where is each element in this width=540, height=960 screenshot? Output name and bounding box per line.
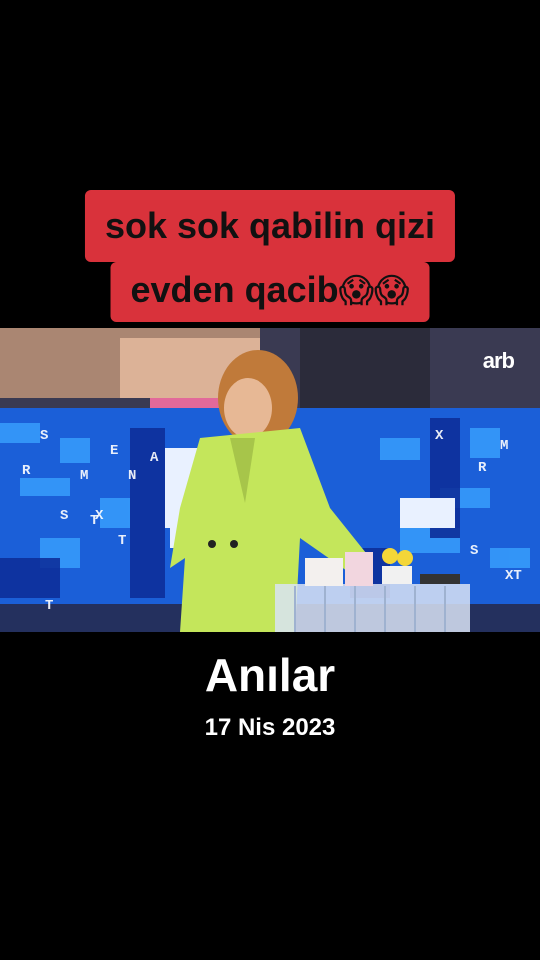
- overlay-date: 17 Nis 2023: [204, 714, 336, 741]
- overlay-title: Anılar: [204, 649, 336, 701]
- scream-emoji-icon: 😱😱: [338, 271, 410, 311]
- screen-letter: S: [40, 428, 49, 444]
- video-frame[interactable]: S T X R E M A N S X T R S XT M T arb: [0, 328, 540, 632]
- screen-letter: X: [95, 508, 104, 524]
- channel-logo: arb: [482, 348, 515, 373]
- screen-letter: R: [478, 460, 487, 476]
- screen-letter: T: [45, 598, 54, 614]
- caption-line-1: sok sok qabilin qizi: [84, 190, 456, 262]
- screen-letter: E: [110, 443, 119, 459]
- screen-letter: X: [435, 428, 444, 444]
- screen-letter: R: [22, 463, 31, 479]
- screen-letter: N: [128, 468, 137, 484]
- product-box: [305, 558, 343, 586]
- caption-line-2-text: evden qacib: [130, 269, 339, 310]
- screen-letter: S: [60, 508, 69, 524]
- screen-letter: S: [470, 543, 479, 559]
- glass-table: [275, 584, 470, 632]
- screen-letter: M: [80, 468, 89, 484]
- caption-line-1-text: sok sok qabilin qizi: [104, 205, 436, 246]
- flower-pot: [382, 566, 412, 584]
- product-box: [345, 552, 373, 586]
- screen-letter: XT: [505, 568, 522, 584]
- screen-letter: M: [500, 438, 509, 454]
- caption-line-2: evden qacib😱😱: [110, 262, 430, 322]
- screen-letter: T: [118, 533, 127, 549]
- screen-letter: A: [150, 450, 159, 466]
